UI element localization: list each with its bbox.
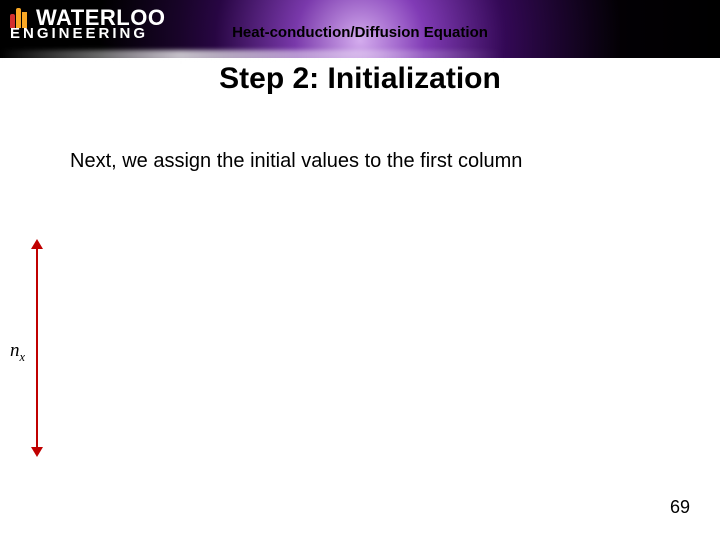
axis-label-var: n <box>10 340 20 361</box>
slide-title: Step 2: Initialization <box>0 62 720 96</box>
vertical-extent-arrow-icon <box>36 248 38 448</box>
body-text: Next, we assign the initial values to th… <box>70 150 670 173</box>
axis-label-sub: x <box>20 350 25 364</box>
topic-heading: Heat-conduction/Diffusion Equation <box>0 24 720 41</box>
page-number: 69 <box>670 497 690 518</box>
slide: WATERLOO ENGINEERING Heat-conduction/Dif… <box>0 0 720 540</box>
axis-label-nx: nx <box>10 340 25 365</box>
